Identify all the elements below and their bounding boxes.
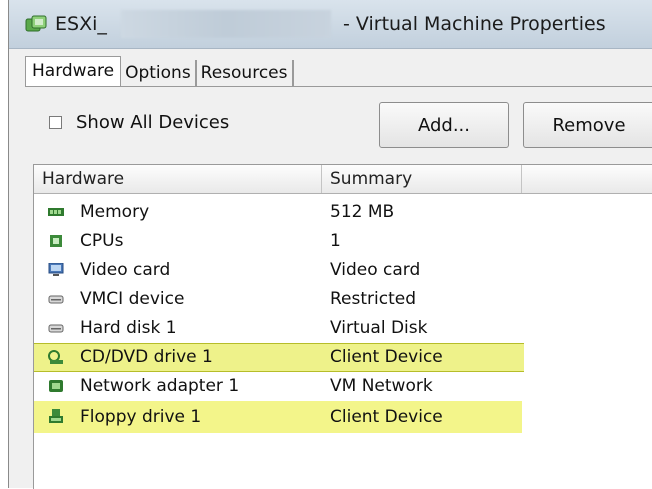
- table-header: Hardware Summary: [34, 165, 652, 194]
- row-summary: Video card: [330, 260, 421, 280]
- row-hardware-name: Floppy drive 1: [80, 407, 202, 427]
- table-row[interactable]: Video card Video card: [34, 256, 652, 285]
- row-summary: Client Device: [330, 407, 443, 427]
- floppy-icon: [49, 409, 63, 423]
- row-summary: Virtual Disk: [330, 318, 428, 338]
- row-hardware-name: Memory: [80, 202, 150, 222]
- device-icon: [48, 295, 64, 304]
- table-row[interactable]: CPUs 1: [34, 227, 652, 256]
- row-summary: 512 MB: [330, 202, 395, 222]
- tab-resources[interactable]: Resources: [197, 60, 294, 86]
- column-header-summary[interactable]: Summary: [322, 165, 522, 193]
- table-row[interactable]: VMCI device Restricted: [34, 285, 652, 314]
- hardware-table: Hardware Summary Memory 512 MB CPUs 1 Vi…: [33, 164, 652, 489]
- tab-strip: Hardware Options Resources: [25, 56, 294, 86]
- table-row-highlighted[interactable]: CD/DVD drive 1 Client Device: [34, 343, 524, 372]
- remove-button[interactable]: Remove: [523, 102, 652, 148]
- column-header-empty: [522, 165, 652, 193]
- window-title: - Virtual Machine Properties: [343, 13, 606, 35]
- row-hardware-name: CD/DVD drive 1: [80, 347, 213, 367]
- row-hardware-name: CPUs: [80, 231, 124, 251]
- title-bar[interactable]: ESXi_ - Virtual Machine Properties: [9, 0, 652, 49]
- tab-hardware[interactable]: Hardware: [25, 56, 122, 86]
- show-all-devices-label: Show All Devices: [76, 112, 230, 133]
- table-row[interactable]: Hard disk 1 Virtual Disk: [34, 314, 652, 343]
- disk-icon: [48, 324, 64, 333]
- table-row-highlighted[interactable]: Floppy drive 1 Client Device: [34, 401, 522, 433]
- row-summary: VM Network: [330, 376, 433, 396]
- memory-icon: [48, 208, 64, 216]
- row-hardware-name: Network adapter 1: [80, 376, 240, 396]
- row-summary: Client Device: [330, 347, 443, 367]
- cd-dvd-icon: [48, 350, 63, 364]
- row-hardware-name: VMCI device: [80, 289, 185, 309]
- table-row[interactable]: Network adapter 1 VM Network: [34, 372, 652, 401]
- monitor-icon: [48, 263, 64, 276]
- table-row[interactable]: Memory 512 MB: [34, 198, 652, 227]
- row-summary: 1: [330, 231, 341, 251]
- tab-options[interactable]: Options: [121, 60, 197, 86]
- cpu-icon: [50, 235, 62, 247]
- show-all-devices-checkbox[interactable]: [49, 116, 62, 129]
- redacted-vm-name: [121, 10, 331, 38]
- show-all-devices[interactable]: Show All Devices: [49, 112, 229, 133]
- row-hardware-name: Hard disk 1: [80, 318, 177, 338]
- column-header-hardware[interactable]: Hardware: [34, 165, 322, 193]
- vm-properties-window: ESXi_ - Virtual Machine Properties Hardw…: [8, 0, 652, 489]
- row-summary: Restricted: [330, 289, 417, 309]
- row-hardware-name: Video card: [80, 260, 171, 280]
- tab-divider: [25, 86, 652, 87]
- vm-icon: [25, 15, 47, 32]
- network-icon: [49, 380, 63, 392]
- add-button[interactable]: Add...: [379, 102, 509, 148]
- window-title-prefix: ESXi_: [55, 13, 107, 35]
